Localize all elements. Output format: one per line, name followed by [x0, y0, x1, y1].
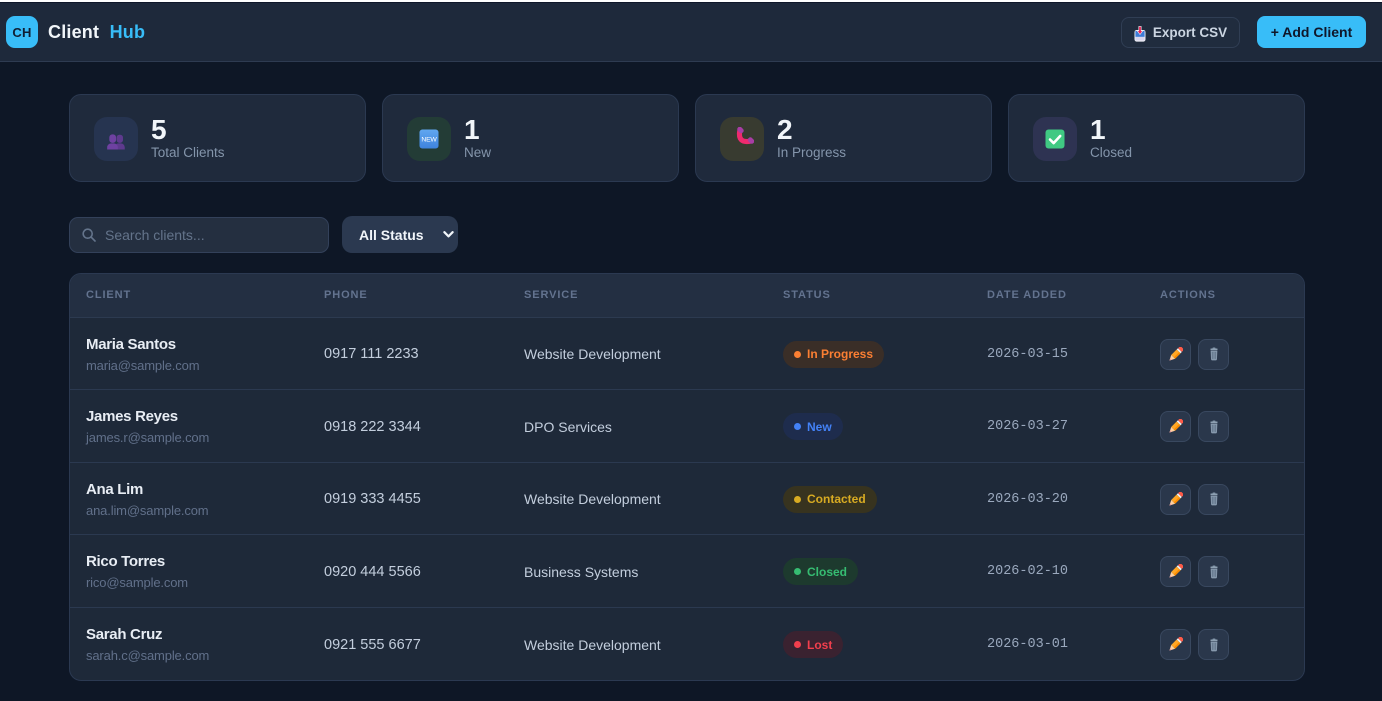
- svg-text:NEW: NEW: [421, 136, 437, 143]
